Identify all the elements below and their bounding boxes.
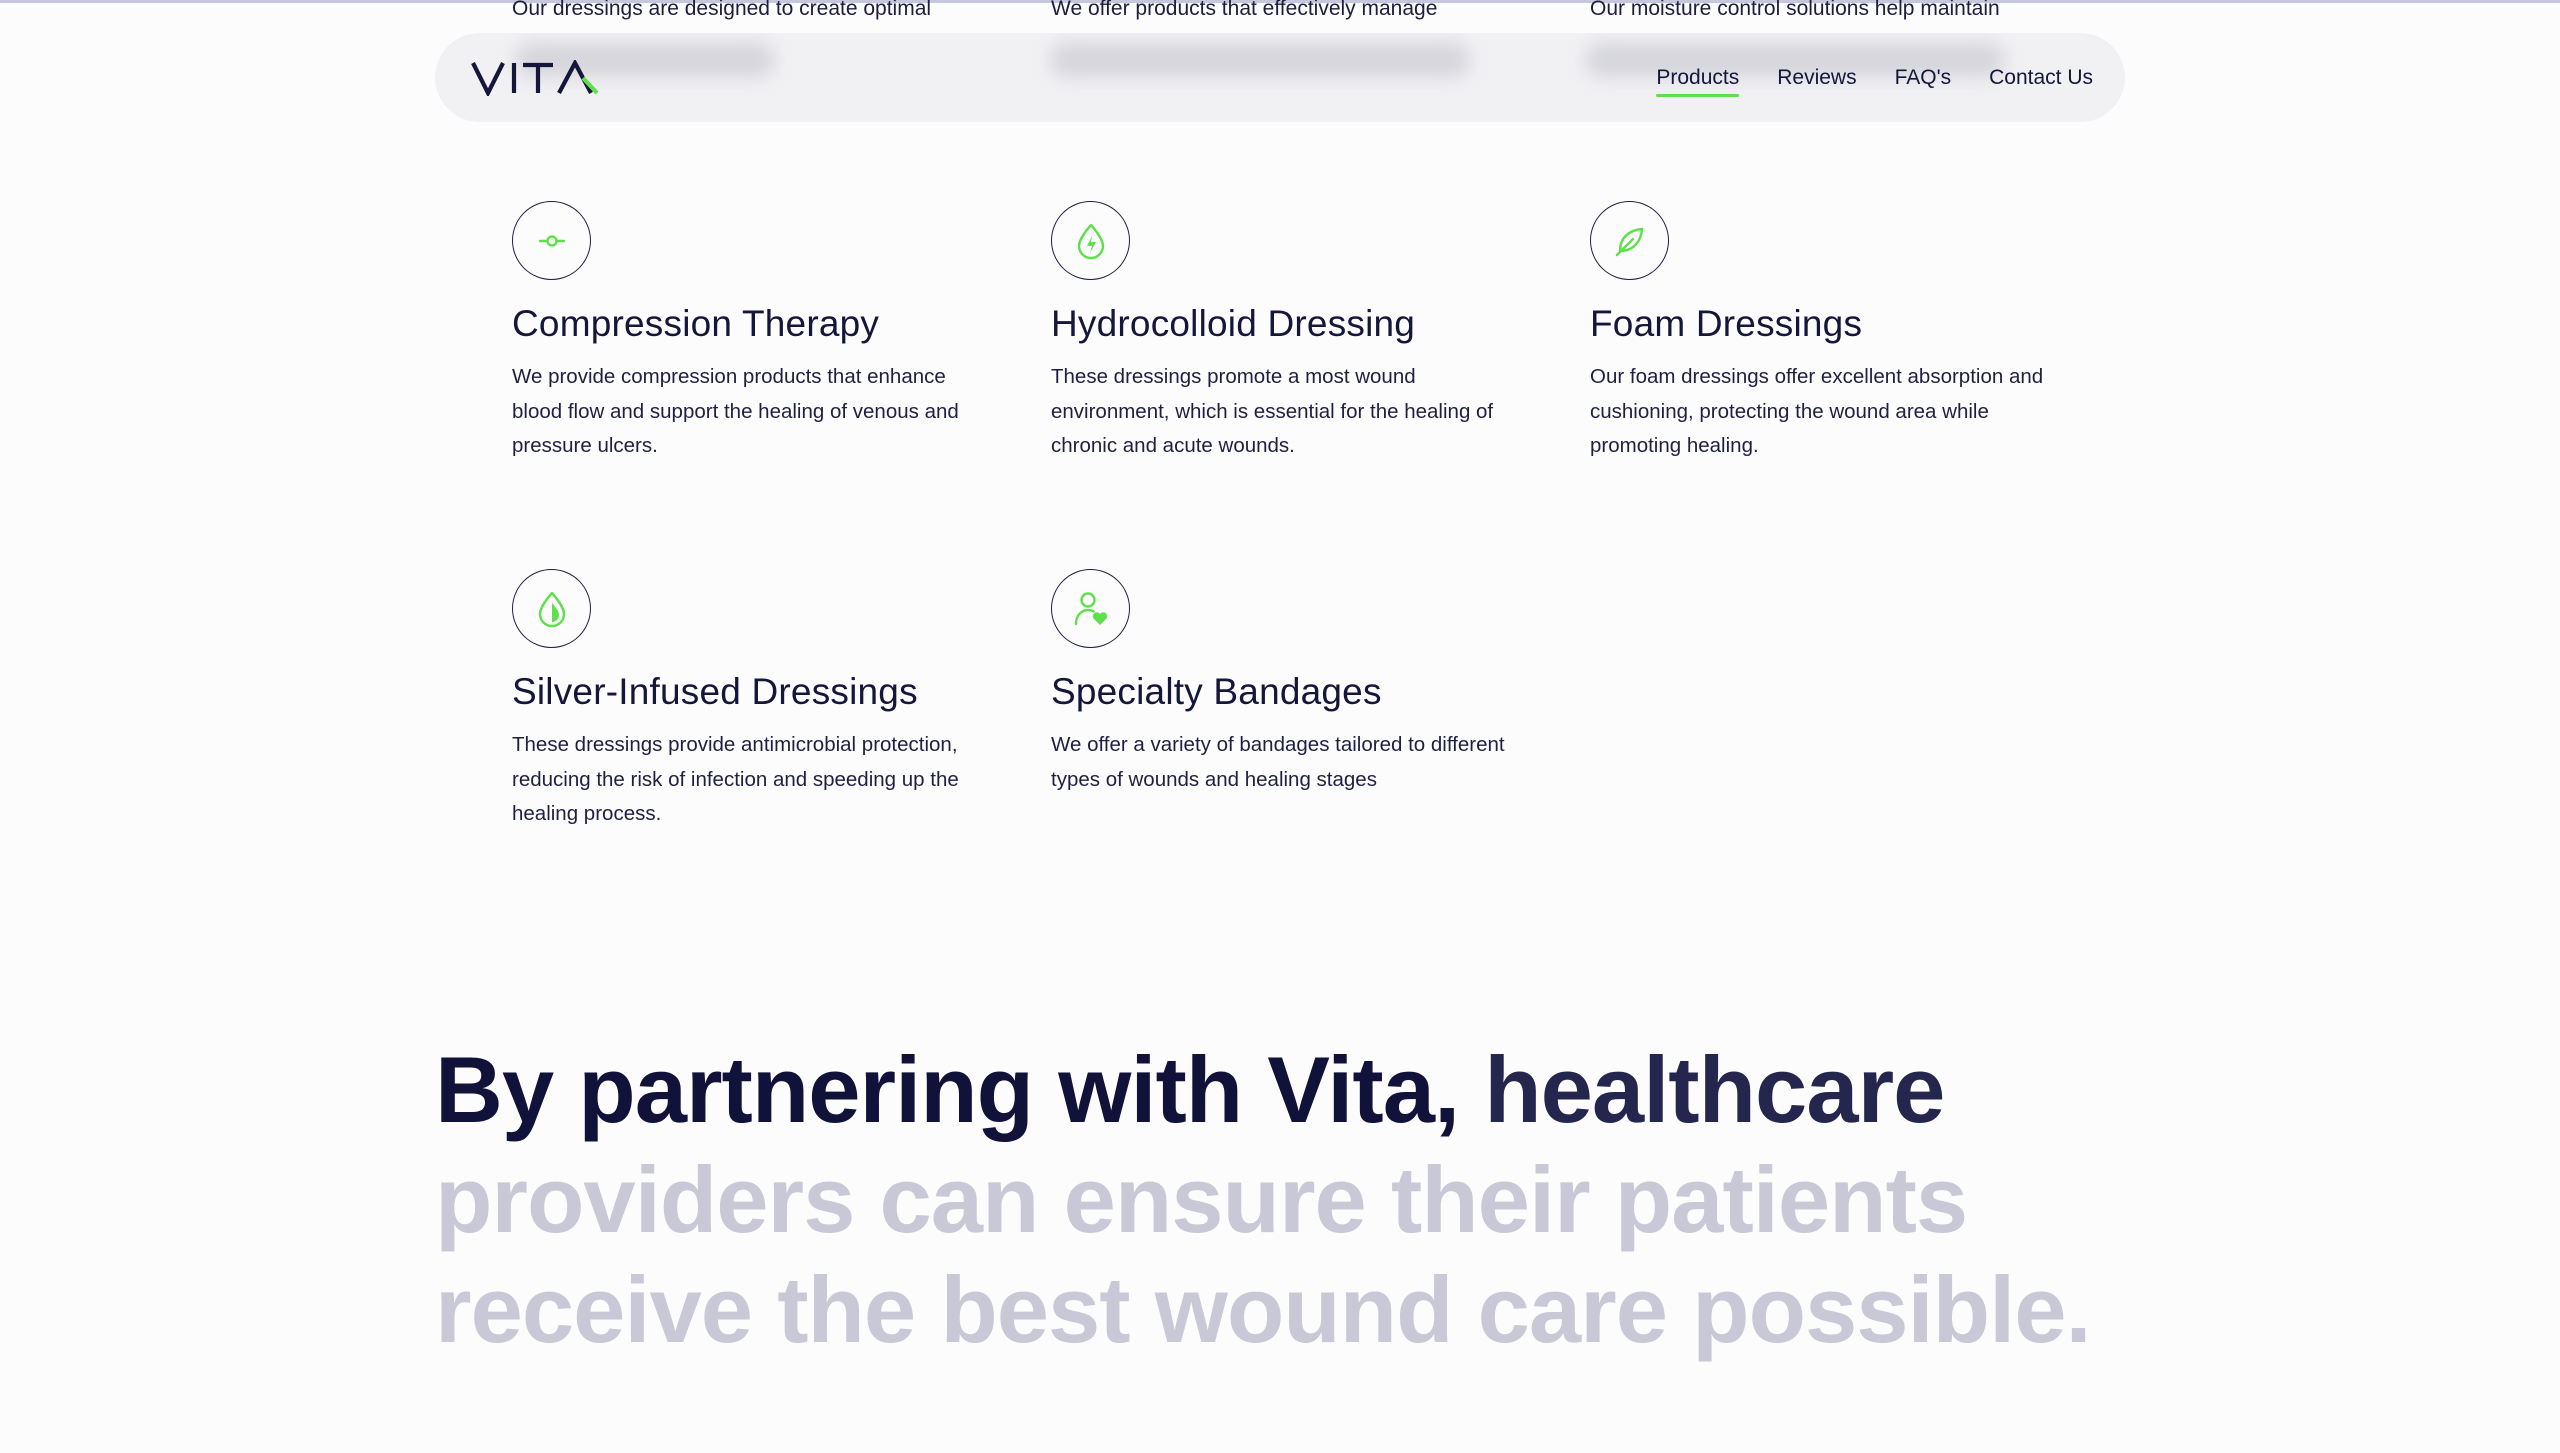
statement-part-mid: healthcare xyxy=(1484,1037,1945,1142)
nav-links: Products Reviews FAQ's Contact Us xyxy=(1656,60,2093,97)
feature-icon-wrapper xyxy=(1590,201,1669,280)
scrolled-text-col2: We offer products that effectively manag… xyxy=(1051,0,1438,20)
scrolled-text-col3: Our moisture control solutions help main… xyxy=(1590,0,2000,20)
feature-compression-therapy: Compression Therapy We provide compressi… xyxy=(512,201,982,464)
nav-link-reviews[interactable]: Reviews xyxy=(1777,60,1856,96)
feature-specialty-bandages: Specialty Bandages We offer a variety of… xyxy=(1051,569,1521,797)
nav-link-faqs[interactable]: FAQ's xyxy=(1895,60,1952,96)
feature-icon-wrapper xyxy=(1051,569,1130,648)
feature-description: Our foam dressings offer excellent absor… xyxy=(1590,365,2044,457)
feature-description: These dressings promote a most wound env… xyxy=(1051,365,1494,457)
vita-logo-mark xyxy=(471,59,599,96)
feature-hydrocolloid-dressing: Hydrocolloid Dressing These dressings pr… xyxy=(1051,201,1521,464)
feature-icon-wrapper xyxy=(1051,201,1130,280)
partnership-statement: By partnering with Vita, healthcare prov… xyxy=(435,1035,2175,1365)
statement-part-dark: By partnering with Vita, xyxy=(435,1037,1460,1142)
nav-link-products[interactable]: Products xyxy=(1656,60,1739,97)
feature-description: These dressings provide antimicrobial pr… xyxy=(512,733,959,825)
feature-icon-wrapper xyxy=(512,569,591,648)
half-drop-icon xyxy=(538,591,565,627)
vita-logo[interactable] xyxy=(471,58,607,98)
feature-description: We provide compression products that enh… xyxy=(512,365,959,457)
feature-title: Silver-Infused Dressings xyxy=(512,671,918,712)
feature-title: Foam Dressings xyxy=(1590,303,1863,344)
feature-description: We offer a variety of bandages tailored … xyxy=(1051,733,1505,791)
feature-silver-infused-dressings: Silver-Infused Dressings These dressings… xyxy=(512,569,982,832)
feature-foam-dressings: Foam Dressings Our foam dressings offer … xyxy=(1590,201,2060,464)
feature-title: Specialty Bandages xyxy=(1051,671,1382,712)
statement-part-light: providers can ensure their patients rece… xyxy=(435,1147,2092,1362)
scrolled-text-col1: Our dressings are designed to create opt… xyxy=(512,0,932,20)
feature-title: Compression Therapy xyxy=(512,303,880,344)
compression-icon xyxy=(538,234,565,247)
feature-icon-wrapper xyxy=(512,201,591,280)
nav-link-contact-us[interactable]: Contact Us xyxy=(1989,60,2093,96)
drop-bolt-icon xyxy=(1077,223,1104,259)
person-heart-icon xyxy=(1074,591,1107,625)
scrolled-text-row: Our dressings are designed to create opt… xyxy=(0,0,2560,24)
feature-title: Hydrocolloid Dressing xyxy=(1051,303,1416,344)
blurred-background-text xyxy=(1050,43,1470,77)
leaf-icon xyxy=(1615,227,1643,256)
navbar: Products Reviews FAQ's Contact Us xyxy=(435,33,2125,122)
